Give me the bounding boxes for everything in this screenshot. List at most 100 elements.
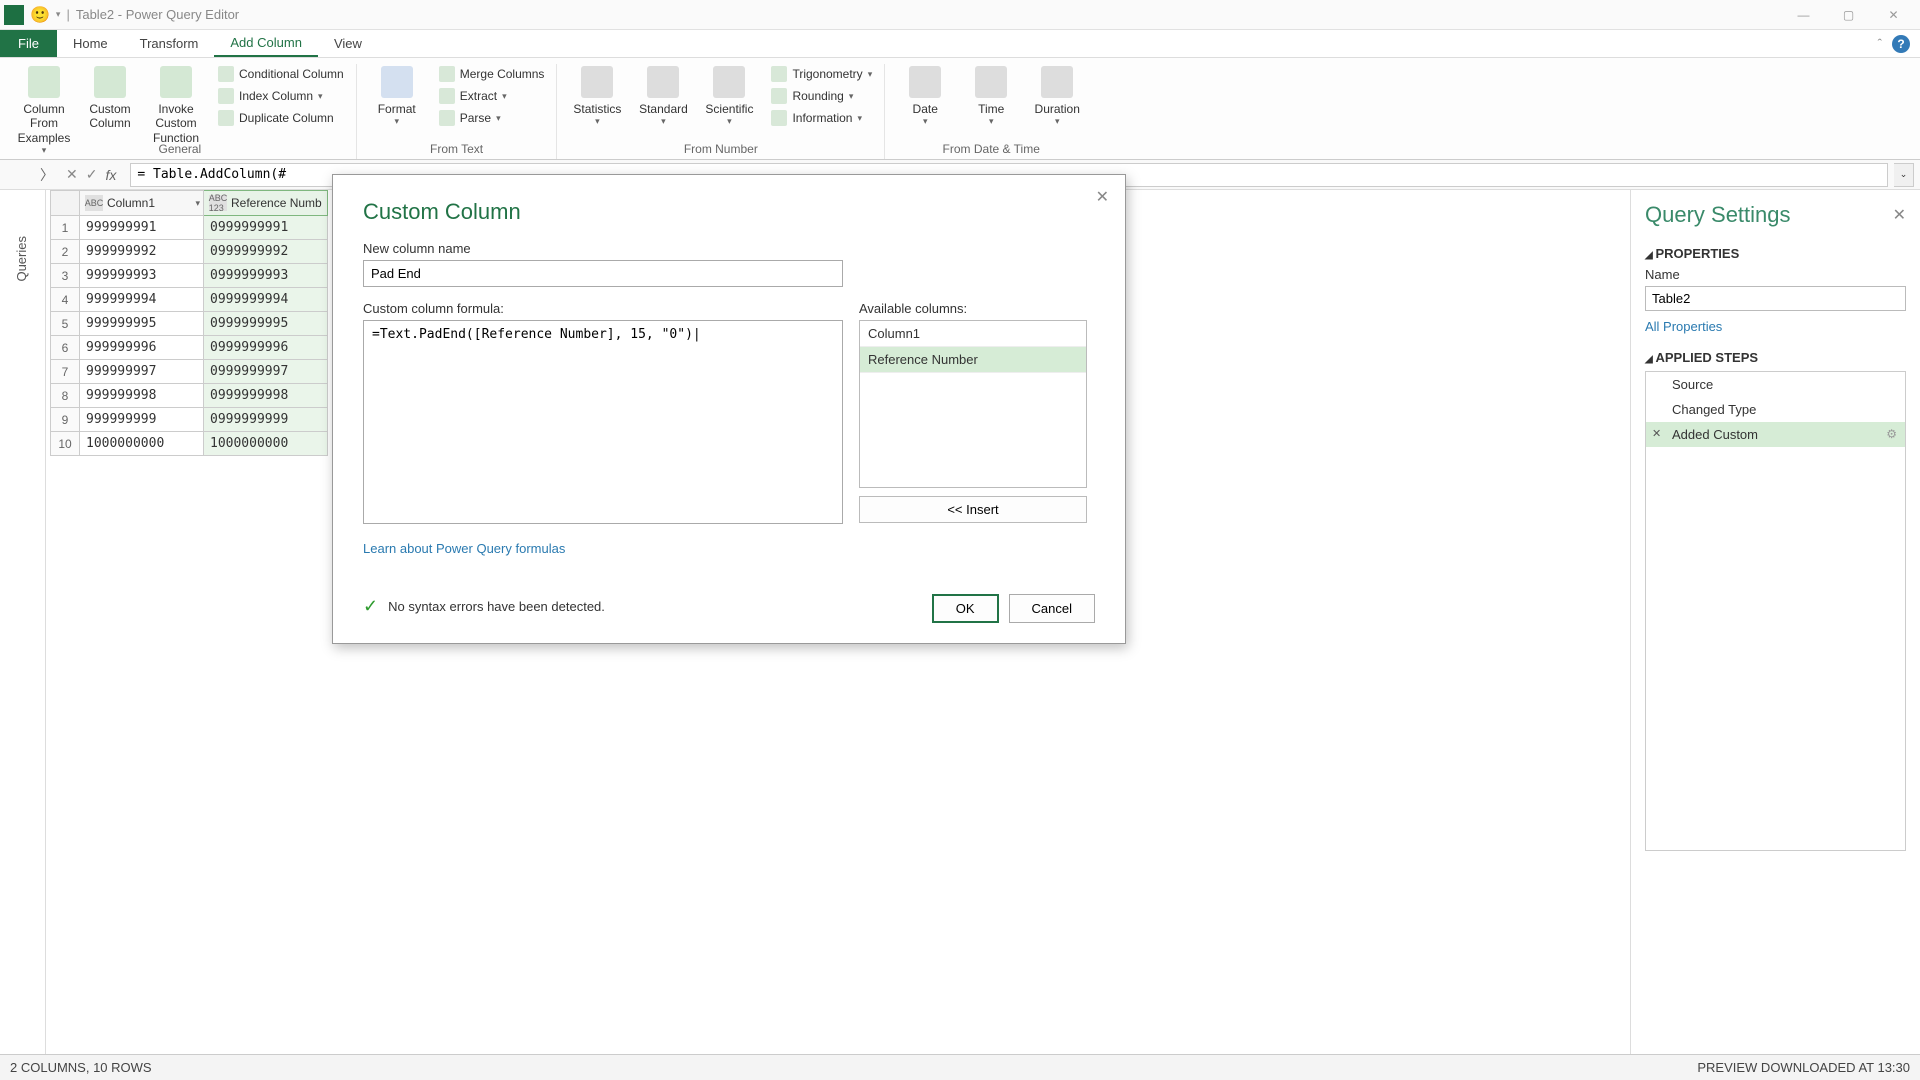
maximize-button[interactable]: ▢: [1826, 0, 1871, 30]
row-number[interactable]: 6: [50, 336, 80, 360]
qat-dropdown[interactable]: ▾: [56, 9, 61, 20]
home-tab[interactable]: Home: [57, 30, 124, 57]
table-row[interactable]: 89999999980999999998: [50, 384, 328, 408]
table-row[interactable]: 29999999920999999992: [50, 240, 328, 264]
date-button[interactable]: Date: [893, 64, 957, 129]
duration-button[interactable]: Duration: [1025, 64, 1089, 129]
rounding-button[interactable]: Rounding: [767, 86, 876, 106]
ribbon-collapse-icon[interactable]: ˆ: [1878, 36, 1882, 51]
step-source[interactable]: Source: [1646, 372, 1905, 397]
from-number-group-label: From Number: [684, 142, 758, 159]
close-button[interactable]: ✕: [1871, 0, 1916, 30]
minimize-button[interactable]: —: [1781, 0, 1826, 30]
reference-number-header[interactable]: ABC123 Reference Numb: [204, 190, 328, 216]
table-row[interactable]: 59999999950999999995: [50, 312, 328, 336]
row-number[interactable]: 9: [50, 408, 80, 432]
cell-column1[interactable]: 999999999: [80, 408, 204, 432]
available-column-reference-number[interactable]: Reference Number: [860, 347, 1086, 373]
step-gear-icon[interactable]: ⚙: [1886, 427, 1897, 441]
cell-reference-number[interactable]: 0999999998: [204, 384, 328, 408]
cell-reference-number[interactable]: 0999999995: [204, 312, 328, 336]
row-number[interactable]: 10: [50, 432, 80, 456]
standard-button[interactable]: Standard: [631, 64, 695, 129]
table-row[interactable]: 69999999960999999996: [50, 336, 328, 360]
table-row[interactable]: 19999999910999999991: [50, 216, 328, 240]
table-row[interactable]: 39999999930999999993: [50, 264, 328, 288]
trigonometry-button[interactable]: Trigonometry: [767, 64, 876, 84]
information-button[interactable]: Information: [767, 108, 876, 128]
row-number[interactable]: 4: [50, 288, 80, 312]
row-number[interactable]: 3: [50, 264, 80, 288]
scientific-button[interactable]: Scientific: [697, 64, 761, 129]
formula-dropdown-icon[interactable]: ⌄: [1894, 163, 1914, 187]
parse-button[interactable]: Parse: [435, 108, 549, 128]
fx-icon[interactable]: fx: [105, 167, 116, 183]
table-row[interactable]: 1010000000001000000000: [50, 432, 328, 456]
query-name-input[interactable]: [1645, 286, 1906, 311]
available-column-column1[interactable]: Column1: [860, 321, 1086, 347]
cancel-button[interactable]: Cancel: [1009, 594, 1095, 623]
emoji-icon[interactable]: 🙂: [30, 5, 50, 25]
cell-column1[interactable]: 1000000000: [80, 432, 204, 456]
queries-expand-icon[interactable]: 〉: [40, 165, 58, 185]
cell-column1[interactable]: 999999995: [80, 312, 204, 336]
learn-link[interactable]: Learn about Power Query formulas: [363, 541, 1095, 556]
step-changed-type[interactable]: Changed Type: [1646, 397, 1905, 422]
select-all-cell[interactable]: [50, 190, 80, 216]
dialog-close-icon[interactable]: ✕: [1096, 187, 1109, 207]
transform-tab[interactable]: Transform: [124, 30, 215, 57]
add-column-tab[interactable]: Add Column: [214, 30, 318, 57]
index-column-button[interactable]: Index Column: [214, 86, 348, 106]
cell-reference-number[interactable]: 0999999999: [204, 408, 328, 432]
table-row[interactable]: 49999999940999999994: [50, 288, 328, 312]
new-column-name-input[interactable]: [363, 260, 843, 287]
step-delete-icon[interactable]: ✕: [1652, 427, 1661, 440]
cell-reference-number[interactable]: 1000000000: [204, 432, 328, 456]
formula-textarea[interactable]: [363, 320, 843, 524]
file-tab[interactable]: File: [0, 30, 57, 57]
insert-button[interactable]: << Insert: [859, 496, 1087, 523]
extract-button[interactable]: Extract: [435, 86, 549, 106]
table-row[interactable]: 79999999970999999997: [50, 360, 328, 384]
row-number[interactable]: 8: [50, 384, 80, 408]
ok-button[interactable]: OK: [932, 594, 999, 623]
cell-reference-number[interactable]: 0999999991: [204, 216, 328, 240]
column1-header[interactable]: ABC Column1 ▾: [80, 190, 204, 216]
query-settings-close-icon[interactable]: ✕: [1893, 205, 1906, 225]
duplicate-column-button[interactable]: Duplicate Column: [214, 108, 348, 128]
row-number[interactable]: 5: [50, 312, 80, 336]
invoke-custom-function-button[interactable]: Invoke Custom Function: [144, 64, 208, 147]
cell-column1[interactable]: 999999997: [80, 360, 204, 384]
cell-reference-number[interactable]: 0999999993: [204, 264, 328, 288]
cell-column1[interactable]: 999999992: [80, 240, 204, 264]
custom-column-button[interactable]: Custom Column: [78, 64, 142, 133]
row-number[interactable]: 7: [50, 360, 80, 384]
conditional-column-button[interactable]: Conditional Column: [214, 64, 348, 84]
queries-rail[interactable]: [0, 190, 46, 1080]
cell-column1[interactable]: 999999994: [80, 288, 204, 312]
cell-reference-number[interactable]: 0999999997: [204, 360, 328, 384]
cell-column1[interactable]: 999999996: [80, 336, 204, 360]
queries-pane-label[interactable]: Queries: [14, 236, 29, 282]
column-from-examples-button[interactable]: Column From Examples: [12, 64, 76, 158]
formula-cancel-icon[interactable]: ✕: [66, 166, 78, 183]
table-row[interactable]: 99999999990999999999: [50, 408, 328, 432]
column1-filter-icon[interactable]: ▾: [195, 198, 200, 209]
merge-columns-button[interactable]: Merge Columns: [435, 64, 549, 84]
cell-column1[interactable]: 999999993: [80, 264, 204, 288]
view-tab[interactable]: View: [318, 30, 378, 57]
cell-column1[interactable]: 999999998: [80, 384, 204, 408]
all-properties-link[interactable]: All Properties: [1645, 319, 1906, 334]
step-added-custom[interactable]: ✕Added Custom⚙: [1646, 422, 1905, 447]
cell-column1[interactable]: 999999991: [80, 216, 204, 240]
row-number[interactable]: 1: [50, 216, 80, 240]
formula-commit-icon[interactable]: ✓: [86, 166, 98, 183]
cell-reference-number[interactable]: 0999999994: [204, 288, 328, 312]
statistics-button[interactable]: Statistics: [565, 64, 629, 129]
cell-reference-number[interactable]: 0999999992: [204, 240, 328, 264]
format-button[interactable]: Format: [365, 64, 429, 129]
cell-reference-number[interactable]: 0999999996: [204, 336, 328, 360]
row-number[interactable]: 2: [50, 240, 80, 264]
time-button[interactable]: Time: [959, 64, 1023, 129]
help-icon[interactable]: ?: [1892, 35, 1910, 53]
